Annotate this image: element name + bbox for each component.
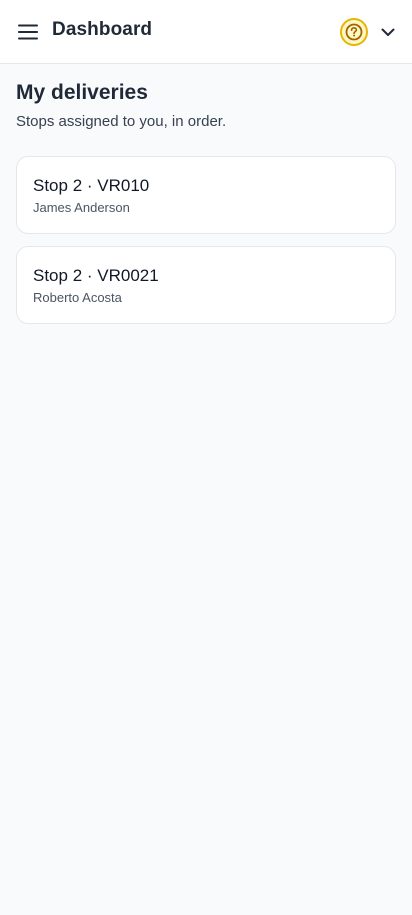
question-circle-icon <box>340 18 368 46</box>
stop-card[interactable]: Stop 2 · VR0021 Roberto Acosta <box>16 246 396 324</box>
app-title: Dashboard <box>52 19 153 40</box>
account-dropdown-button[interactable] <box>376 20 400 44</box>
menu-button[interactable] <box>14 18 42 46</box>
customer-name: James Anderson <box>33 200 130 215</box>
deliveries-list: Stop 2 · VR010 James Anderson Stop 2 · V… <box>16 156 396 336</box>
hamburger-menu-icon <box>18 24 38 40</box>
top-app-bar: Dashboard <box>0 0 412 64</box>
customer-name: Roberto Acosta <box>33 290 122 305</box>
page-title: My deliveries <box>16 81 148 104</box>
stop-title: Stop 2 · VR010 <box>33 176 150 195</box>
stop-card[interactable]: Stop 2 · VR010 James Anderson <box>16 156 396 234</box>
chevron-down-icon <box>381 28 395 36</box>
page-subtitle: Stops assigned to you, in order. <box>16 113 227 130</box>
help-button[interactable] <box>337 15 371 49</box>
stop-title: Stop 2 · VR0021 <box>33 266 159 285</box>
